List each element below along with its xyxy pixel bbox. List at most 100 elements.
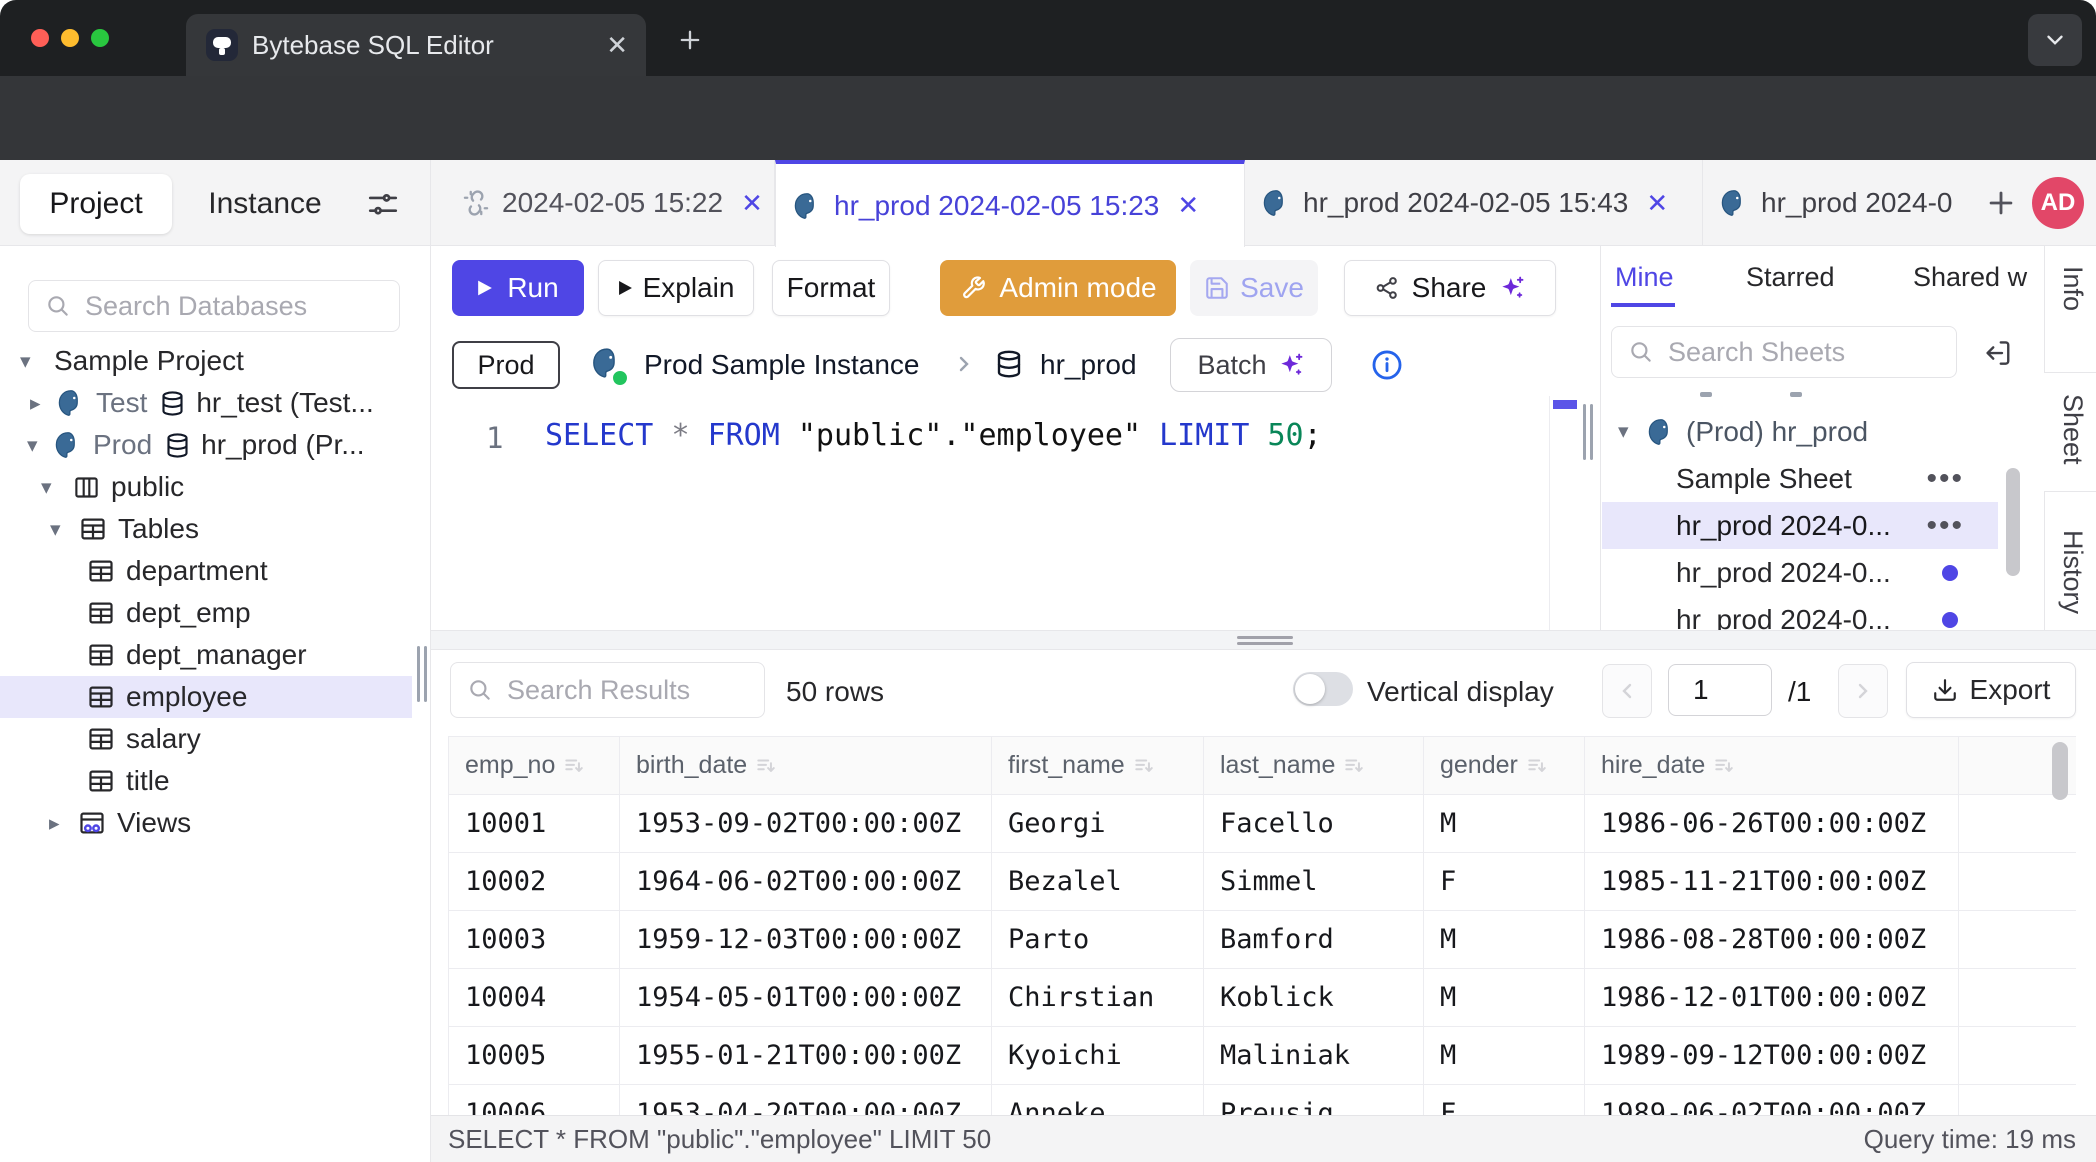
table-cell[interactable]: 1953-04-20T00:00:00Z	[620, 1085, 992, 1116]
close-sheet-icon[interactable]: ✕	[741, 188, 763, 219]
caret-down-icon[interactable]: ▾	[20, 349, 42, 374]
minimize-window-button[interactable]	[61, 29, 79, 47]
column-header-birth_date[interactable]: birth_date	[620, 737, 992, 795]
table-cell[interactable]: 10006	[449, 1085, 620, 1116]
close-window-button[interactable]	[31, 29, 49, 47]
panel-import-icon[interactable]	[1982, 338, 2012, 368]
tree-item-sample-project[interactable]: ▾ Sample Project	[0, 340, 430, 382]
sql-code-line[interactable]: SELECT * FROM "public"."employee" LIMIT …	[545, 418, 1322, 453]
tree-item-public-schema[interactable]: ▾ public	[0, 466, 430, 508]
side-tab-history[interactable]: History	[2057, 530, 2088, 614]
table-cell[interactable]: Kyoichi	[992, 1027, 1204, 1085]
sheet-item-sample-sheet[interactable]: Sample Sheet •••	[1602, 455, 1998, 502]
info-icon[interactable]	[1370, 348, 1404, 382]
caret-right-icon[interactable]: ▸	[30, 391, 52, 416]
results-divider[interactable]	[431, 630, 2096, 650]
table-cell[interactable]: 1986-06-26T00:00:00Z	[1585, 795, 1959, 853]
sort-icon[interactable]	[1713, 755, 1735, 777]
tree-item-tables-group[interactable]: ▾ Tables	[0, 508, 430, 550]
caret-down-icon[interactable]: ▾	[1618, 419, 1640, 444]
sidebar-resize-handle[interactable]	[417, 646, 420, 702]
column-header-first_name[interactable]: first_name	[992, 737, 1204, 795]
panel-resize-handle[interactable]	[1583, 404, 1586, 460]
caret-down-icon[interactable]: ▾	[41, 475, 63, 500]
sort-icon[interactable]	[1133, 755, 1155, 777]
table-cell[interactable]: 1955-01-21T00:00:00Z	[620, 1027, 992, 1085]
results-scrollbar[interactable]	[2052, 742, 2068, 800]
sheet-item-unsaved[interactable]: hr_prod 2024-0...	[1602, 549, 1998, 596]
table-cell[interactable]: 10003	[449, 911, 620, 969]
table-cell[interactable]: Anneke	[992, 1085, 1204, 1116]
table-cell[interactable]: 1986-12-01T00:00:00Z	[1585, 969, 1959, 1027]
sheet-group-hr-prod[interactable]: ▾ (Prod) hr_prod	[1602, 408, 1998, 455]
table-cell[interactable]: Bezalel	[992, 853, 1204, 911]
side-tab-info[interactable]: Info	[2057, 266, 2088, 311]
sheets-tab-shared[interactable]: Shared w	[1913, 262, 2041, 293]
tree-item-table-dept-emp[interactable]: dept_emp	[0, 592, 430, 634]
new-tab-icon[interactable]	[676, 26, 704, 54]
table-cell[interactable]: 1989-06-02T00:00:00Z	[1585, 1085, 1959, 1116]
sheet-item-clipped[interactable]: hr_prod 2024-0...	[1602, 596, 1998, 630]
sidebar-resize-handle[interactable]	[424, 646, 427, 702]
sheet-item-menu-icon[interactable]: •••	[1926, 462, 1964, 496]
table-cell[interactable]: M	[1424, 795, 1585, 853]
tree-item-hr-prod[interactable]: ▾ Prod hr_prod (Pr...	[0, 424, 430, 466]
table-cell[interactable]: Simmel	[1204, 853, 1424, 911]
run-button[interactable]: Run	[452, 260, 584, 316]
sidebar-tab-instance[interactable]: Instance	[200, 174, 330, 234]
column-header-emp_no[interactable]: emp_no	[449, 737, 620, 795]
database-search[interactable]	[28, 280, 400, 332]
sort-icon[interactable]	[1526, 755, 1548, 777]
table-cell[interactable]: 10002	[449, 853, 620, 911]
batch-button[interactable]: Batch	[1170, 338, 1332, 392]
column-header-last_name[interactable]: last_name	[1204, 737, 1424, 795]
table-cell[interactable]: Georgi	[992, 795, 1204, 853]
table-cell[interactable]: 1953-09-02T00:00:00Z	[620, 795, 992, 853]
table-cell[interactable]: 1964-06-02T00:00:00Z	[620, 853, 992, 911]
side-tab-sheet[interactable]: Sheet	[2057, 394, 2088, 465]
table-cell[interactable]: Chirstian	[992, 969, 1204, 1027]
table-cell[interactable]: M	[1424, 969, 1585, 1027]
table-cell[interactable]: 1954-05-01T00:00:00Z	[620, 969, 992, 1027]
sort-icon[interactable]	[755, 755, 777, 777]
next-page-button[interactable]	[1838, 664, 1888, 718]
sort-icon[interactable]	[563, 755, 585, 777]
table-cell[interactable]: 1959-12-03T00:00:00Z	[620, 911, 992, 969]
filter-sliders-icon[interactable]	[366, 188, 400, 222]
close-sheet-icon[interactable]: ✕	[1646, 188, 1668, 219]
tree-item-table-title[interactable]: title	[0, 760, 430, 802]
sheet-search[interactable]	[1611, 326, 1957, 378]
sheet-search-input[interactable]	[1666, 336, 1946, 369]
table-cell[interactable]: Facello	[1204, 795, 1424, 853]
tree-item-table-dept-manager[interactable]: dept_manager	[0, 634, 430, 676]
add-sheet-icon[interactable]	[1984, 186, 2018, 220]
browser-tab[interactable]: Bytebase SQL Editor ✕	[186, 14, 646, 76]
prev-page-button[interactable]	[1602, 664, 1652, 718]
column-header-hire_date[interactable]: hire_date	[1585, 737, 1959, 795]
results-search-input[interactable]	[505, 674, 754, 707]
sheet-item-selected[interactable]: hr_prod 2024-0... •••	[1602, 502, 1998, 549]
sheets-tab-mine[interactable]: Mine	[1615, 262, 1674, 293]
table-cell[interactable]: M	[1424, 911, 1585, 969]
export-button[interactable]: Export	[1906, 662, 2076, 718]
format-button[interactable]: Format	[772, 260, 890, 316]
save-button[interactable]: Save	[1190, 260, 1318, 316]
sheet-tab-1[interactable]: 2024-02-05 15:22 ✕	[448, 160, 775, 246]
sheets-tab-starred[interactable]: Starred	[1746, 262, 1835, 293]
table-cell[interactable]: Maliniak	[1204, 1027, 1424, 1085]
caret-down-icon[interactable]: ▾	[27, 433, 49, 458]
database-name[interactable]: hr_prod	[1040, 349, 1137, 381]
caret-right-icon[interactable]: ▸	[49, 811, 71, 836]
table-cell[interactable]: M	[1424, 1027, 1585, 1085]
sheet-tab-4[interactable]: hr_prod 2024-0	[1703, 160, 1970, 246]
explain-button[interactable]: Explain	[598, 260, 754, 316]
page-number-input[interactable]	[1668, 664, 1772, 716]
panel-resize-handle[interactable]	[1590, 404, 1593, 460]
results-resize-handle[interactable]	[1237, 636, 1293, 639]
table-cell[interactable]: 1985-11-21T00:00:00Z	[1585, 853, 1959, 911]
sidebar-tab-project[interactable]: Project	[20, 174, 172, 234]
table-cell[interactable]: Preusig	[1204, 1085, 1424, 1116]
table-cell[interactable]: 10001	[449, 795, 620, 853]
share-button[interactable]: Share	[1344, 260, 1556, 316]
table-cell[interactable]: F	[1424, 853, 1585, 911]
